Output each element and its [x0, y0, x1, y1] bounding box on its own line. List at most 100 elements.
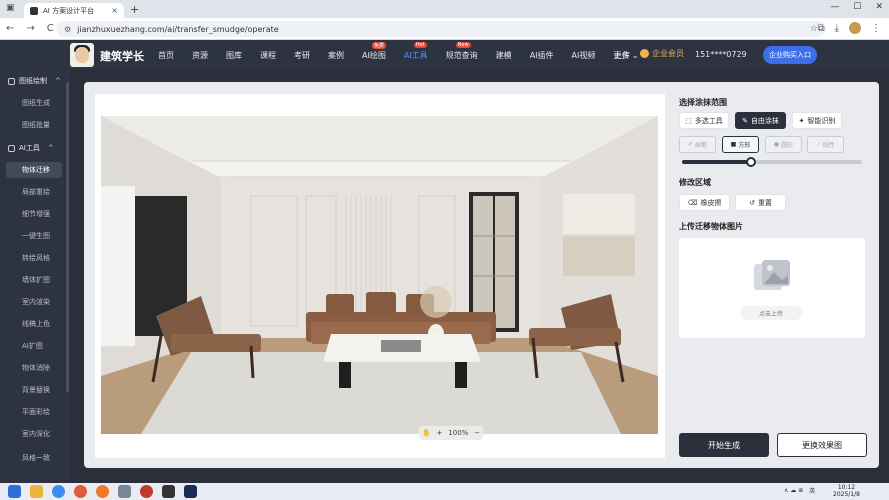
- photoshop-icon[interactable]: [184, 485, 197, 498]
- brush-size-handle[interactable]: [746, 157, 756, 167]
- sidebar-item[interactable]: 风格一致: [0, 450, 62, 466]
- sidebar-item[interactable]: 物体消除: [0, 360, 62, 376]
- sidebar-item[interactable]: 墙体扩图: [0, 272, 62, 288]
- site-info-icon[interactable]: ⚙: [64, 25, 71, 34]
- nav-ai-tools[interactable]: AI工具 Hot: [404, 42, 428, 61]
- circle-icon: ●: [773, 141, 780, 148]
- change-render-button[interactable]: 更换效果图: [777, 433, 867, 457]
- reload-icon[interactable]: C: [47, 23, 54, 34]
- logo-avatar[interactable]: [70, 43, 94, 67]
- sidebar-item[interactable]: 转绘风格: [0, 250, 62, 266]
- back-icon[interactable]: ←: [6, 23, 14, 34]
- sidebar-item[interactable]: 平面彩绘: [0, 404, 62, 420]
- maximize-icon[interactable]: ☐: [853, 2, 861, 12]
- nav-ai-video[interactable]: AI视频: [572, 50, 596, 61]
- tool-line-button[interactable]: ⟋ 线性: [807, 136, 844, 153]
- smart-detect-button[interactable]: ✦ 智能识别: [792, 112, 842, 129]
- close-window-icon[interactable]: ✕: [875, 2, 883, 12]
- upload-link[interactable]: 上传: [614, 50, 630, 61]
- user-phone[interactable]: 151****0729: [695, 50, 747, 59]
- hand-tool-icon[interactable]: ✋: [422, 429, 431, 437]
- sidebar-item[interactable]: 图纸批量: [0, 117, 62, 133]
- zoom-out-icon[interactable]: −: [474, 429, 480, 437]
- multi-select-button[interactable]: ⬚ 多选工具: [679, 112, 729, 129]
- nav-exam[interactable]: 考研: [294, 50, 310, 61]
- zoom-controls: ✋ + 100% −: [419, 426, 483, 440]
- nav-spec-query[interactable]: 规范查询 New: [446, 42, 478, 61]
- browser-menu-icon[interactable]: ⋮: [871, 23, 881, 34]
- minimize-icon[interactable]: —: [830, 2, 839, 12]
- app-icon[interactable]: [118, 485, 131, 498]
- window-controls: — ☐ ✕: [830, 2, 883, 12]
- eraser-button[interactable]: ⌫ 橡皮擦: [679, 194, 730, 211]
- sidebar-item[interactable]: 室内渲染: [0, 294, 62, 310]
- sidebar-group-drawings[interactable]: 图纸绘制 ^: [8, 76, 61, 86]
- app-icon[interactable]: [140, 485, 153, 498]
- address-bar: ← → C ⚙ jianzhuxuezhang.com/ai/transfer_…: [0, 18, 889, 40]
- sidebar-item[interactable]: 线稿上色: [0, 316, 62, 332]
- brush-icon: ✎: [742, 116, 748, 125]
- click-upload-button[interactable]: 点击上传: [740, 306, 802, 320]
- line-icon: ⟋: [816, 140, 821, 148]
- room-render-image[interactable]: [101, 116, 658, 434]
- brand-name[interactable]: 建筑学长: [100, 48, 144, 64]
- input-language[interactable]: 英: [809, 486, 815, 495]
- sidebar-item[interactable]: 一键生图: [0, 228, 62, 244]
- start-generate-button[interactable]: 开始生成: [679, 433, 769, 457]
- tray-icons[interactable]: ∧ ☁ ⊕: [784, 487, 803, 494]
- system-tray: ∧ ☁ ⊕ 英: [784, 486, 815, 495]
- enterprise-entry-button[interactable]: 企业购买入口: [763, 46, 817, 64]
- free-brush-button[interactable]: ✎ 自由涂抹: [735, 112, 786, 129]
- downloads-icon[interactable]: ⤓: [835, 23, 839, 34]
- clock-date: 2025/1/8: [833, 491, 860, 498]
- start-icon[interactable]: [8, 485, 21, 498]
- tool-circle-button[interactable]: ● 圆形: [765, 136, 802, 153]
- sidebar-item[interactable]: 图纸生成: [0, 95, 62, 111]
- sidebar-scrollbar[interactable]: [66, 82, 69, 392]
- file-explorer-icon[interactable]: [30, 485, 43, 498]
- sidebar-item[interactable]: 背景替换: [0, 382, 62, 398]
- sidebar-item[interactable]: 局部重绘: [0, 184, 62, 200]
- url-text: jianzhuxuezhang.com/ai/transfer_smudge/o…: [77, 24, 279, 34]
- url-field[interactable]: ⚙ jianzhuxuezhang.com/ai/transfer_smudge…: [56, 21, 826, 37]
- chevron-up-icon: ^: [47, 144, 54, 152]
- tab-menu-icon[interactable]: ▣: [6, 3, 16, 13]
- nav-home[interactable]: 首页: [158, 50, 174, 61]
- tool-pen-button[interactable]: ✐ 画笔: [679, 136, 716, 153]
- mode-label: 自由涂抹: [750, 116, 779, 125]
- mode-label: 多选工具: [694, 116, 723, 125]
- extensions-icon[interactable]: ⧉: [817, 23, 824, 34]
- app-icon[interactable]: [162, 485, 175, 498]
- nav-gallery[interactable]: 图库: [226, 50, 242, 61]
- forward-icon[interactable]: →: [26, 23, 34, 34]
- group-label: 图纸绘制: [19, 77, 47, 85]
- vip-link[interactable]: 企业会员: [640, 48, 684, 59]
- sidebar-item[interactable]: AI扩图: [0, 338, 62, 354]
- sidebar-group-ai-tools[interactable]: AI工具 ^: [8, 143, 54, 153]
- nav-modeling[interactable]: 建模: [496, 50, 512, 61]
- nav-courses[interactable]: 课程: [260, 50, 276, 61]
- browser-tab[interactable]: AI 方案设计平台 ×: [24, 3, 124, 18]
- sidebar-item-active[interactable]: 物体迁移: [6, 162, 62, 178]
- square-icon: ■: [730, 141, 737, 148]
- tool-square-button[interactable]: ■ 方形: [722, 136, 759, 153]
- browser-icon[interactable]: [52, 485, 65, 498]
- nav-ai-drawing[interactable]: AI绘图 免费: [362, 42, 387, 61]
- new-tab-button[interactable]: +: [130, 3, 139, 16]
- zoom-in-icon[interactable]: +: [437, 429, 443, 437]
- sidebar-item[interactable]: 室内深化: [0, 426, 62, 442]
- image-placeholder-icon: [754, 260, 790, 290]
- nav-resources[interactable]: 资源: [192, 50, 208, 61]
- chrome-icon[interactable]: [74, 485, 87, 498]
- profile-avatar[interactable]: [849, 22, 861, 34]
- nav-label: 课程: [260, 51, 276, 60]
- nav-ai-plugin[interactable]: AI插件: [530, 50, 554, 61]
- sidebar-item[interactable]: 细节增强: [0, 206, 62, 222]
- nav-cases[interactable]: 案例: [328, 50, 344, 61]
- system-clock[interactable]: 10:12 2025/1/8: [833, 484, 860, 498]
- close-tab-icon[interactable]: ×: [111, 6, 118, 15]
- nav-label: AI绘图: [362, 51, 386, 60]
- reset-button[interactable]: ↺ 重置: [735, 194, 786, 211]
- firefox-icon[interactable]: [96, 485, 109, 498]
- tool-label: 方形: [738, 142, 751, 149]
